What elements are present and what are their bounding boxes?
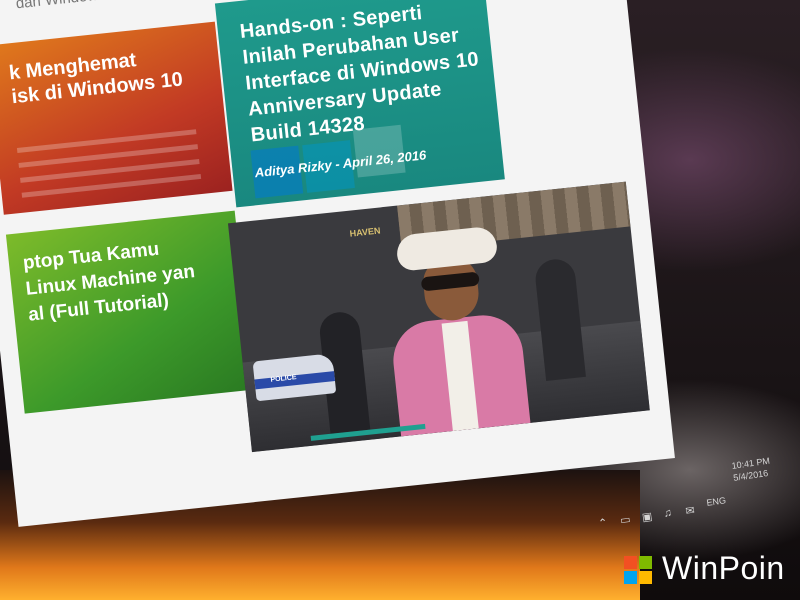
clock[interactable]: 10:41 PM 5/4/2016 [731,455,772,484]
network-icon[interactable]: ▣ [641,510,653,524]
shop-sign: HAVEN [349,225,381,239]
article-card-title: Hands-on : Seperti Inilah Perubahan User… [238,1,480,147]
laptop-screen: dari Windows Store (Video) k Menghemat i… [0,0,675,527]
language-indicator[interactable]: ENG [706,495,727,508]
article-card-thumbnail-lines [0,116,231,200]
article-card-hands-on[interactable]: Hands-on : Seperti Inilah Perubahan User… [214,0,505,208]
singer-figure [380,224,531,437]
battery-icon[interactable]: ▭ [619,513,631,527]
police-car: POLICE [252,353,337,402]
video-player[interactable]: HAVEN POLICE [227,181,650,453]
article-card-title: ptop Tua Kamu Linux Machine yan al (Full… [21,238,196,326]
windows-logo-icon [624,556,654,586]
volume-icon[interactable]: ♫ [663,507,673,520]
article-card-title: k Menghemat isk di Windows 10 [7,49,184,109]
article-card-linux[interactable]: ptop Tua Kamu Linux Machine yan al (Full… [5,210,254,414]
message-icon[interactable]: ✉ [685,504,696,518]
brand-name: WinPoin [662,550,785,586]
chevron-up-icon[interactable]: ⌃ [597,516,609,530]
article-card-storage[interactable]: k Menghemat isk di Windows 10 [0,21,233,215]
